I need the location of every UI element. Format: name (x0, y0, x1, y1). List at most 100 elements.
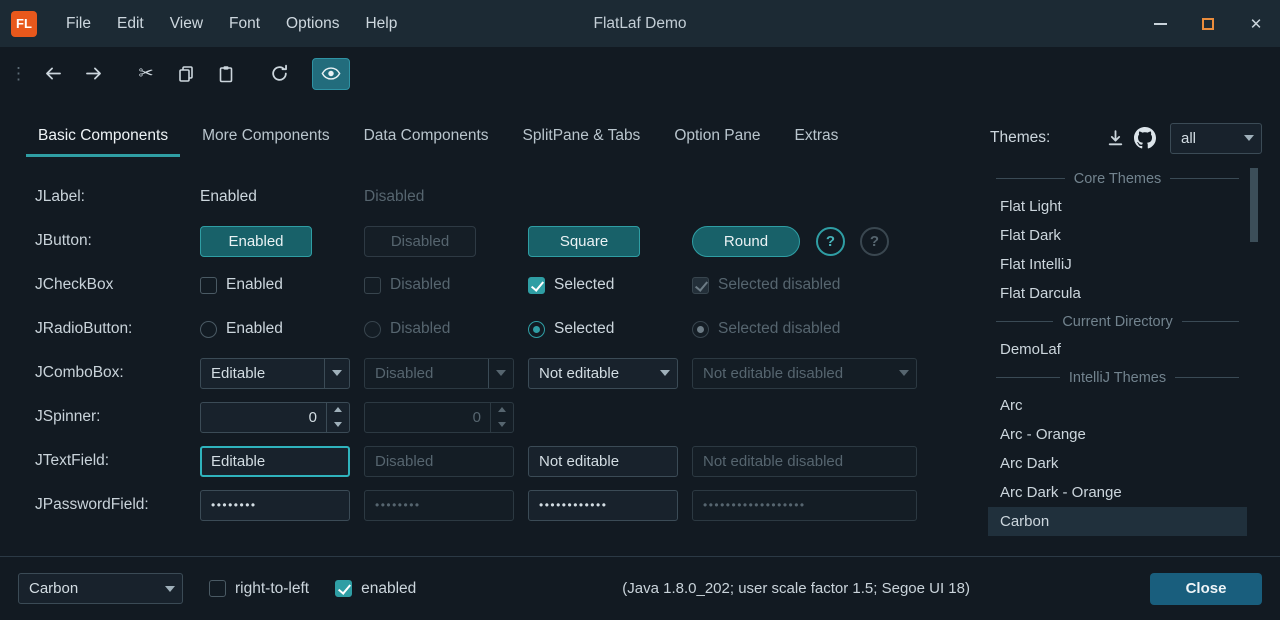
spinner-disabled: 0 (364, 402, 514, 433)
arrow-left-icon (44, 66, 63, 81)
scrollbar-thumb[interactable] (1250, 168, 1258, 242)
statusbar-theme-value: Carbon (29, 580, 78, 597)
github-icon (1134, 127, 1156, 149)
theme-item-arc[interactable]: Arc (988, 391, 1247, 420)
textfield-not-editable-disabled: Not editable disabled (692, 446, 917, 477)
menu-font[interactable]: Font (216, 0, 273, 47)
tab-option-pane[interactable]: Option Pane (657, 113, 777, 159)
menu-options[interactable]: Options (273, 0, 352, 47)
form-row-jpasswordfield: JPasswordField: •••••••• •••••••• ••••••… (35, 483, 917, 527)
statusbar-theme-combobox[interactable]: Carbon (18, 573, 183, 604)
chevron-down-icon (660, 370, 670, 376)
form-row-jspinner: JSpinner: 0 0 (35, 395, 917, 439)
checkbox-icon (209, 580, 226, 597)
form-row-jradiobutton: JRadioButton: Enabled Disabled Selected … (35, 307, 917, 351)
jbutton-enabled-button[interactable]: Enabled (200, 226, 312, 257)
radio-enabled[interactable]: Enabled (200, 320, 283, 338)
radio-selected[interactable]: Selected (528, 320, 614, 338)
chevron-down-icon (1244, 135, 1254, 141)
minimize-icon (1154, 23, 1167, 25)
chevron-down-icon (496, 370, 506, 376)
chevron-down-icon (332, 370, 342, 376)
enabled-checkbox[interactable]: enabled (335, 580, 416, 598)
combobox-not-editable[interactable]: Not editable (528, 358, 678, 389)
checkbox-selected-disabled: Selected disabled (692, 276, 840, 294)
maximize-button[interactable] (1184, 0, 1232, 47)
menu-view[interactable]: View (157, 0, 216, 47)
form-row-jcheckbox: JCheckBox Enabled Disabled Selected Sele… (35, 263, 917, 307)
jtextfield-row-label: JTextField: (35, 452, 200, 470)
jspinner-row-label: JSpinner: (35, 408, 200, 426)
jbutton-row-label: JButton: (35, 232, 200, 250)
combobox-editable[interactable]: Editable (200, 358, 350, 389)
statusbar: Carbon right-to-left enabled (Java 1.8.0… (0, 556, 1280, 620)
toolbar: ⋮ ✂ (0, 47, 1280, 100)
menu-file[interactable]: File (53, 0, 104, 47)
theme-item-carbon[interactable]: Carbon (988, 507, 1247, 536)
chevron-down-icon (899, 370, 909, 376)
maximize-icon (1202, 18, 1214, 30)
forward-button[interactable] (73, 56, 113, 92)
theme-item-arc-dark-orange[interactable]: Arc Dark - Orange (988, 478, 1247, 507)
theme-item-arc-orange[interactable]: Arc - Orange (988, 420, 1247, 449)
spinner-enabled[interactable]: 0 (200, 402, 350, 433)
theme-item-flat-intellij[interactable]: Flat IntelliJ (988, 250, 1247, 279)
jcheckbox-row-label: JCheckBox (35, 276, 200, 294)
minimize-button[interactable] (1136, 0, 1184, 47)
tab-splitpane-tabs[interactable]: SplitPane & Tabs (506, 113, 658, 159)
menu-edit[interactable]: Edit (104, 0, 157, 47)
checkbox-enabled[interactable]: Enabled (200, 276, 283, 294)
github-button[interactable] (1130, 123, 1160, 153)
spinner-down-button[interactable] (327, 417, 349, 432)
jcombobox-row-label: JComboBox: (35, 364, 200, 382)
themes-label: Themes: (990, 129, 1050, 147)
tab-more-components[interactable]: More Components (185, 113, 347, 159)
paste-icon (217, 65, 235, 83)
eye-icon (321, 67, 341, 80)
passwordfield-not-editable-disabled: •••••••••••••••••• (692, 490, 917, 521)
chevron-down-icon (498, 422, 506, 427)
toolbar-grip-handle[interactable]: ⋮ (10, 64, 27, 84)
tab-extras[interactable]: Extras (778, 113, 856, 159)
theme-item-arc-dark[interactable]: Arc Dark (988, 449, 1247, 478)
checkbox-selected[interactable]: Selected (528, 276, 614, 294)
textfield-not-editable[interactable]: Not editable (528, 446, 678, 477)
theme-filter-combobox[interactable]: all (1170, 123, 1262, 154)
refresh-button[interactable] (259, 56, 299, 92)
back-button[interactable] (33, 56, 73, 92)
tab-basic-components[interactable]: Basic Components (21, 113, 185, 159)
textfield-editable[interactable]: Editable (200, 446, 350, 477)
tab-data-components[interactable]: Data Components (347, 113, 506, 159)
theme-item-flat-light[interactable]: Flat Light (988, 192, 1247, 221)
form-row-jlabel: JLabel: Enabled Disabled (35, 175, 917, 219)
close-window-button[interactable]: ✕ (1232, 0, 1280, 47)
passwordfield-not-editable[interactable]: •••••••••••• (528, 490, 678, 521)
paste-button[interactable] (206, 56, 246, 92)
checkbox-checked-icon (335, 580, 352, 597)
radio-icon (364, 321, 381, 338)
theme-item-demolaf[interactable]: DemoLaf (988, 335, 1247, 364)
spinner-up-button[interactable] (327, 403, 349, 418)
copy-button[interactable] (166, 56, 206, 92)
menu-help[interactable]: Help (352, 0, 410, 47)
jbutton-disabled-button: Disabled (364, 226, 476, 257)
checkbox-disabled: Disabled (364, 276, 450, 294)
theme-item-flat-darcula[interactable]: Flat Darcula (988, 279, 1247, 308)
radio-checked-icon (528, 321, 545, 338)
enabled-checkbox-label: enabled (361, 580, 416, 598)
download-button[interactable] (1100, 123, 1130, 153)
jbutton-square-button[interactable]: Square (528, 226, 640, 257)
close-button[interactable]: Close (1150, 573, 1262, 605)
menubar: File Edit View Font Options Help (53, 0, 410, 47)
theme-item-flat-dark[interactable]: Flat Dark (988, 221, 1247, 250)
arrow-right-icon (84, 66, 103, 81)
chevron-down-icon (334, 422, 342, 427)
passwordfield-editable[interactable]: •••••••• (200, 490, 350, 521)
checkbox-checked-icon (692, 277, 709, 294)
rtl-checkbox[interactable]: right-to-left (209, 580, 309, 598)
help-button[interactable]: ? (816, 227, 845, 256)
show-toggle-button[interactable] (312, 58, 350, 90)
cut-button[interactable]: ✂ (126, 56, 166, 92)
spinner-value[interactable]: 0 (201, 403, 326, 432)
jbutton-round-button[interactable]: Round (692, 226, 800, 257)
